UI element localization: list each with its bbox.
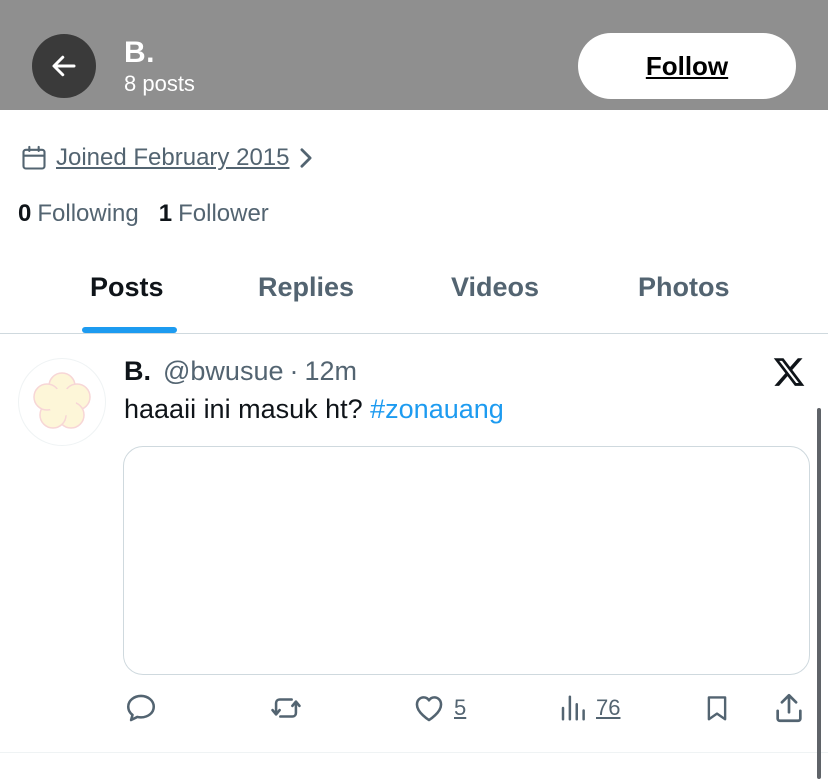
tab-photos[interactable]: Photos	[638, 272, 730, 303]
post-text: haaaii ini masuk ht? #zonauang	[124, 394, 504, 425]
repost-icon	[271, 698, 301, 718]
active-tab-indicator	[82, 327, 177, 333]
header-posts-count: 8 posts	[124, 71, 195, 96]
calendar-icon	[22, 145, 46, 170]
views-button[interactable]: 76	[558, 690, 620, 726]
post-media[interactable]	[123, 446, 810, 675]
reply-icon	[126, 694, 156, 722]
post-hashtag[interactable]: #zonauang	[370, 394, 504, 424]
share-button[interactable]	[772, 690, 806, 726]
views-count: 76	[596, 695, 621, 720]
x-logo-icon	[773, 358, 805, 386]
followers-label: Follower	[178, 200, 269, 227]
tab-videos[interactable]: Videos	[451, 272, 539, 303]
chevron-right-icon	[297, 147, 315, 169]
bookmark-button[interactable]	[702, 690, 732, 726]
back-button[interactable]	[32, 34, 96, 98]
repost-button[interactable]	[268, 690, 304, 726]
profile-header: B. 8 posts Follow	[0, 0, 828, 110]
views-icon	[561, 695, 585, 721]
share-icon	[776, 693, 802, 723]
post-separator: ·	[289, 356, 299, 386]
following-label: Following	[37, 200, 139, 227]
post-author-handle[interactable]: @bwusue	[163, 356, 283, 387]
followers-link[interactable]: 1 Follower	[159, 200, 269, 228]
like-button[interactable]: 5	[412, 690, 466, 726]
heart-icon	[415, 696, 443, 722]
post-body: haaaii ini masuk ht?	[124, 394, 371, 424]
joined-date-link[interactable]: Joined February 2015	[20, 142, 315, 174]
arrow-left-icon	[52, 55, 76, 77]
flower-avatar-icon	[33, 372, 91, 429]
following-count: 0	[18, 200, 32, 227]
post-author-name[interactable]: B.	[124, 356, 151, 387]
follow-stats: 0 Following 1 Follower	[18, 200, 269, 228]
post-divider	[0, 752, 828, 753]
post-timestamp[interactable]: 12m	[304, 356, 357, 387]
post-header: B. @bwusue · 12m	[124, 356, 357, 387]
reply-button[interactable]	[124, 690, 158, 726]
header-display-name: B.	[124, 36, 155, 69]
followers-count: 1	[158, 200, 173, 227]
joined-date-text: Joined February 2015	[56, 144, 290, 171]
tab-replies[interactable]: Replies	[258, 272, 354, 303]
tab-posts[interactable]: Posts	[90, 272, 164, 303]
like-count: 5	[454, 695, 467, 720]
post-avatar[interactable]	[18, 358, 106, 446]
following-link[interactable]: 0 Following	[18, 200, 139, 228]
bookmark-icon	[707, 696, 727, 721]
follow-button[interactable]: Follow	[578, 33, 796, 99]
scrollbar[interactable]	[817, 408, 821, 779]
profile-tabs: Posts Replies Videos Photos	[0, 262, 828, 334]
